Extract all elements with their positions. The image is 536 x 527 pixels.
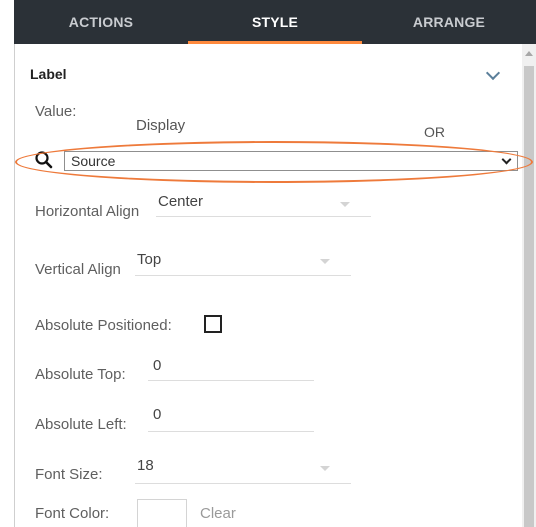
font-size-underline (135, 483, 351, 484)
horizontal-align-value[interactable]: Center (158, 193, 203, 210)
source-select-value: Source (71, 153, 116, 169)
scrollbar[interactable] (522, 44, 536, 527)
section-title: Label (30, 66, 67, 82)
chevron-down-icon (501, 154, 512, 165)
tab-arrange[interactable]: ARRANGE (362, 0, 536, 44)
vertical-align-value[interactable]: Top (137, 251, 161, 268)
scroll-up-arrow-icon[interactable] (525, 51, 533, 56)
absolute-top-label: Absolute Top: (35, 366, 126, 383)
font-color-label: Font Color: (35, 505, 110, 522)
scroll-thumb[interactable] (524, 66, 534, 527)
source-select[interactable]: Source (64, 151, 518, 171)
tab-style[interactable]: STYLE (188, 0, 362, 44)
absolute-left-label: Absolute Left: (35, 416, 127, 433)
tab-actions[interactable]: ACTIONS (14, 0, 188, 44)
search-icon (35, 151, 53, 169)
or-label: OR (424, 124, 445, 140)
font-size-label: Font Size: (35, 466, 103, 483)
tab-bar: ACTIONS STYLE ARRANGE (14, 0, 536, 44)
dropdown-caret-icon[interactable] (320, 259, 330, 264)
tab-style-label: STYLE (251, 14, 299, 30)
absolute-top-underline (148, 380, 314, 381)
horizontal-align-underline (156, 216, 371, 217)
font-size-value[interactable]: 18 (137, 457, 154, 474)
absolute-positioned-label: Absolute Positioned: (35, 317, 172, 334)
clear-button[interactable]: Clear (200, 505, 236, 522)
dropdown-caret-icon[interactable] (340, 202, 350, 207)
style-panel (14, 44, 523, 527)
absolute-top-input[interactable]: 0 (153, 357, 161, 374)
absolute-left-input[interactable]: 0 (153, 406, 161, 423)
vertical-align-label: Vertical Align (35, 261, 121, 278)
absolute-left-underline (148, 431, 314, 432)
font-color-swatch[interactable] (137, 499, 187, 527)
value-label: Value: (35, 103, 77, 120)
horizontal-align-label: Horizontal Align (35, 203, 140, 220)
absolute-positioned-checkbox[interactable] (204, 315, 222, 333)
dropdown-caret-icon[interactable] (320, 466, 330, 471)
vertical-align-underline (135, 275, 351, 276)
display-label: Display (136, 117, 186, 134)
